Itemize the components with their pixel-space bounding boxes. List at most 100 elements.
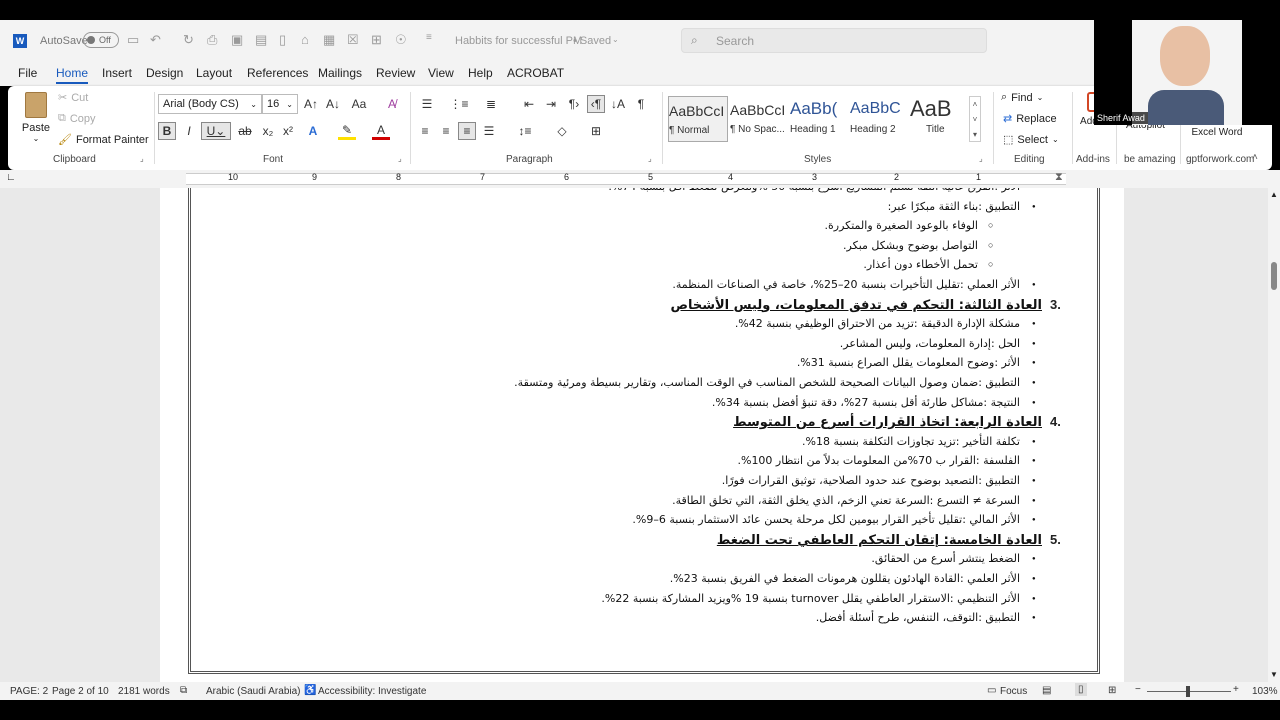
styles-launcher-icon[interactable]: ⌟ (979, 154, 983, 163)
image-icon[interactable]: ▤ (255, 32, 267, 48)
read-mode-icon[interactable]: ▤ (1042, 685, 1051, 696)
justify-icon[interactable]: ☰ (480, 122, 498, 140)
menu-insert[interactable]: Insert (102, 66, 132, 80)
menu-file[interactable]: File (18, 66, 37, 80)
status-words[interactable]: 2181 words (118, 686, 170, 697)
rtl-icon[interactable]: ‹¶ (587, 95, 605, 113)
menu-references[interactable]: References (247, 66, 308, 80)
undo-icon[interactable]: ↶ (150, 32, 161, 48)
underline-icon[interactable]: U⌄ (201, 122, 231, 140)
align-left-icon[interactable]: ≡ (416, 122, 434, 140)
clipboard-launcher-icon[interactable]: ⌟ (140, 154, 144, 163)
copy-button[interactable]: ⧉ Copy (58, 112, 96, 125)
zoom-in-icon[interactable]: + (1233, 684, 1239, 695)
zoom-out-icon[interactable]: − (1135, 684, 1141, 695)
status-page[interactable]: PAGE: 2 (10, 686, 48, 697)
sort-icon[interactable]: ↓A (609, 95, 627, 113)
replace-button[interactable]: ⇄ Replace (1003, 112, 1057, 126)
menu-help[interactable]: Help (468, 66, 493, 80)
accessibility-icon[interactable]: ♿ (304, 685, 316, 696)
web-layout-icon[interactable]: ⊞ (1108, 685, 1116, 696)
quick-access-icon[interactable]: ▦ (323, 32, 335, 48)
show-marks-icon[interactable]: ¶ (632, 95, 650, 113)
document-title[interactable]: Habbits for successful PM (455, 35, 582, 47)
ltr-icon[interactable]: ¶› (565, 95, 583, 113)
highlight-icon[interactable]: ✎ (338, 122, 356, 140)
shrink-font-icon[interactable]: A↓ (324, 95, 342, 113)
zoom-level[interactable]: 103% (1252, 686, 1278, 697)
print-icon[interactable]: ⎙ (207, 32, 217, 48)
menu-view[interactable]: View (428, 66, 454, 80)
italic-icon[interactable]: I (180, 122, 198, 140)
status-page-of[interactable]: Page 2 of 10 (52, 686, 109, 697)
focus-label[interactable]: Focus (1000, 686, 1027, 697)
select-button[interactable]: ⬚ Select ⌄ (1003, 133, 1059, 147)
menu-home[interactable]: Home (56, 66, 89, 84)
multilevel-list-icon[interactable]: ≣ (482, 95, 500, 113)
menu-review[interactable]: Review (376, 66, 415, 80)
change-case-icon[interactable]: Aa (350, 95, 368, 113)
focus-icon[interactable]: ▭ (987, 685, 996, 696)
font-launcher-icon[interactable]: ⌟ (398, 154, 402, 163)
status-accessibility[interactable]: Accessibility: Investigate (318, 686, 426, 697)
align-right-icon[interactable]: ≡ (458, 122, 476, 140)
format-painter-button[interactable]: 🖌 Format Painter (58, 133, 149, 147)
grow-font-icon[interactable]: A↑ (302, 95, 320, 113)
line-spacing-icon[interactable]: ↕≡ (516, 122, 534, 140)
touch-mode-icon[interactable]: ☉ (395, 32, 407, 48)
customize-toolbar-icon[interactable]: ≡ (426, 32, 432, 43)
style-normal[interactable]: AaBbCcI ¶ Normal (668, 96, 728, 142)
menu-acrobat[interactable]: ACROBAT (507, 66, 564, 80)
style-title[interactable]: AaB Title (910, 96, 970, 142)
autosave-toggle[interactable]: Off (83, 32, 119, 48)
scroll-thumb[interactable] (1271, 262, 1277, 290)
font-name-select[interactable]: Arial (Body CS) ⌄ (158, 94, 262, 114)
text-effects-icon[interactable]: A (304, 122, 322, 140)
superscript-icon[interactable]: x² (279, 122, 297, 140)
decrease-indent-icon[interactable]: ⇤ (520, 95, 538, 113)
vertical-scrollbar[interactable]: ▲ ▼ (1268, 188, 1280, 682)
bold-icon[interactable]: B (158, 122, 176, 140)
font-color-icon[interactable]: A (372, 122, 390, 140)
paste-button[interactable]: Paste ⌄ (18, 90, 54, 148)
bullets-icon[interactable]: ☰ (418, 95, 436, 113)
new-doc-icon[interactable]: ▯ (279, 32, 286, 48)
zoom-slider-thumb[interactable] (1186, 686, 1190, 697)
print-layout-icon[interactable]: ▯ (1075, 683, 1087, 696)
increase-indent-icon[interactable]: ⇥ (542, 95, 560, 113)
style-heading-2[interactable]: AaBbC Heading 2 (850, 96, 910, 142)
font-size-select[interactable]: 16 ⌄ (262, 94, 298, 114)
tab-selector-icon[interactable]: ∟ (6, 172, 16, 183)
style-heading-1[interactable]: AaBb(Heading 1 (790, 96, 850, 142)
redo-icon[interactable]: ↻ (183, 32, 194, 48)
menu-design[interactable]: Design (146, 66, 183, 80)
collapse-ribbon-icon[interactable]: ˄ (1252, 152, 1258, 163)
clear-formatting-icon[interactable]: A̸ (383, 95, 401, 113)
status-language[interactable]: Arabic (Saudi Arabia) (206, 686, 301, 697)
menu-layout[interactable]: Layout (196, 66, 232, 80)
subscript-icon[interactable]: x₂ (259, 122, 277, 140)
strikethrough-icon[interactable]: ab (236, 122, 254, 140)
scroll-up-icon[interactable]: ▲ (1270, 190, 1278, 199)
cut-button[interactable]: ✂ Cut (58, 91, 88, 105)
open-folder-icon[interactable]: ⌂ (301, 32, 309, 47)
proofing-icon[interactable]: ⧉ (180, 685, 187, 696)
align-center-icon[interactable]: ≡ (437, 122, 455, 140)
paragraph-launcher-icon[interactable]: ⌟ (648, 154, 652, 163)
format-icon[interactable]: ⊞ (371, 32, 382, 48)
styles-scroll[interactable]: ˄ ˅ ▾ (969, 96, 981, 142)
numbering-icon[interactable]: ⋮≡ (450, 95, 469, 113)
document-page[interactable]: الأثر :الفرق عالية الثقة تسلم المشاريع أ… (160, 188, 1124, 682)
save-icon[interactable]: ▭ (127, 32, 139, 48)
style-no-spacing[interactable]: AaBbCcI ¶ No Spac... (730, 96, 790, 142)
horizontal-ruler[interactable]: ∟ 10 9 8 7 6 5 4 3 2 1 ⧗ (0, 170, 1280, 188)
find-button[interactable]: ⌕ Find ⌄ (1001, 91, 1043, 104)
scroll-down-icon[interactable]: ▼ (1270, 670, 1278, 679)
picture-icon[interactable]: ▣ (231, 32, 243, 48)
check-icon[interactable]: ☒ (347, 32, 359, 48)
saved-chevron-icon[interactable]: ⌄ (612, 35, 619, 44)
menu-mailings[interactable]: Mailings (318, 66, 362, 80)
indent-marker-icon[interactable]: ⧗ (1055, 171, 1063, 184)
borders-icon[interactable]: ⊞ (587, 122, 605, 140)
search-box[interactable]: ⌕ Search (681, 28, 987, 53)
